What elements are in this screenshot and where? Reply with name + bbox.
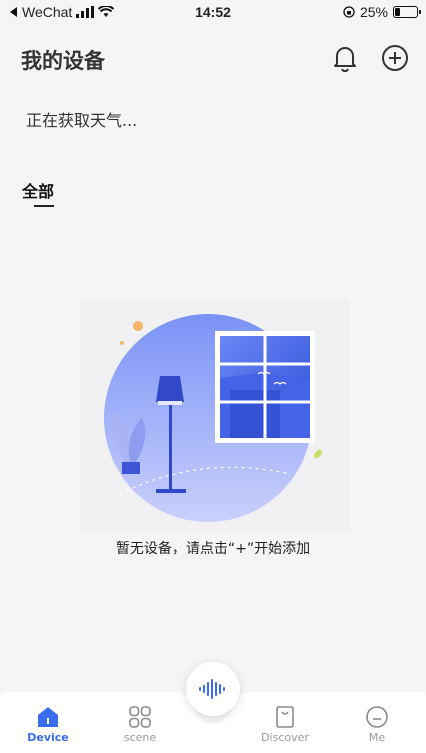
tab-active-indicator	[34, 205, 54, 207]
nav-discover[interactable]: Discover	[245, 705, 325, 744]
battery-percent: 25%	[359, 4, 388, 20]
nav-me[interactable]: Me	[337, 705, 417, 744]
page-title: 我的设备	[21, 49, 105, 73]
nav-device-label: Device	[27, 731, 69, 744]
face-icon	[366, 706, 388, 728]
bell-icon	[334, 47, 356, 72]
add-device-button[interactable]	[380, 43, 410, 73]
orientation-lock-icon	[343, 6, 355, 18]
status-bar: WeChat 14:52 25%	[0, 0, 426, 24]
nav-scene-label: scene	[123, 731, 157, 744]
home-icon	[38, 707, 58, 727]
bag-icon	[276, 706, 294, 728]
add-circle-icon	[382, 45, 408, 71]
status-right: 25%	[343, 4, 421, 20]
tab-all[interactable]: 全部	[22, 178, 54, 202]
grid-icon	[129, 706, 151, 728]
empty-illustration	[80, 298, 350, 532]
notifications-button[interactable]	[330, 43, 360, 73]
empty-state-message: 暂无设备，请点击“+”开始添加	[115, 541, 311, 557]
weather-status: 正在获取天气...	[26, 111, 138, 130]
bottom-nav: Device scene Discover Me	[0, 705, 426, 753]
nav-scene[interactable]: scene	[100, 705, 180, 744]
battery-fill	[395, 8, 401, 16]
nav-me-label: Me	[368, 731, 386, 744]
header-actions	[330, 43, 410, 73]
battery-icon	[393, 6, 421, 18]
voice-wave-icon	[199, 679, 225, 699]
nav-device[interactable]: Device	[8, 705, 88, 744]
nav-discover-label: Discover	[261, 731, 309, 744]
